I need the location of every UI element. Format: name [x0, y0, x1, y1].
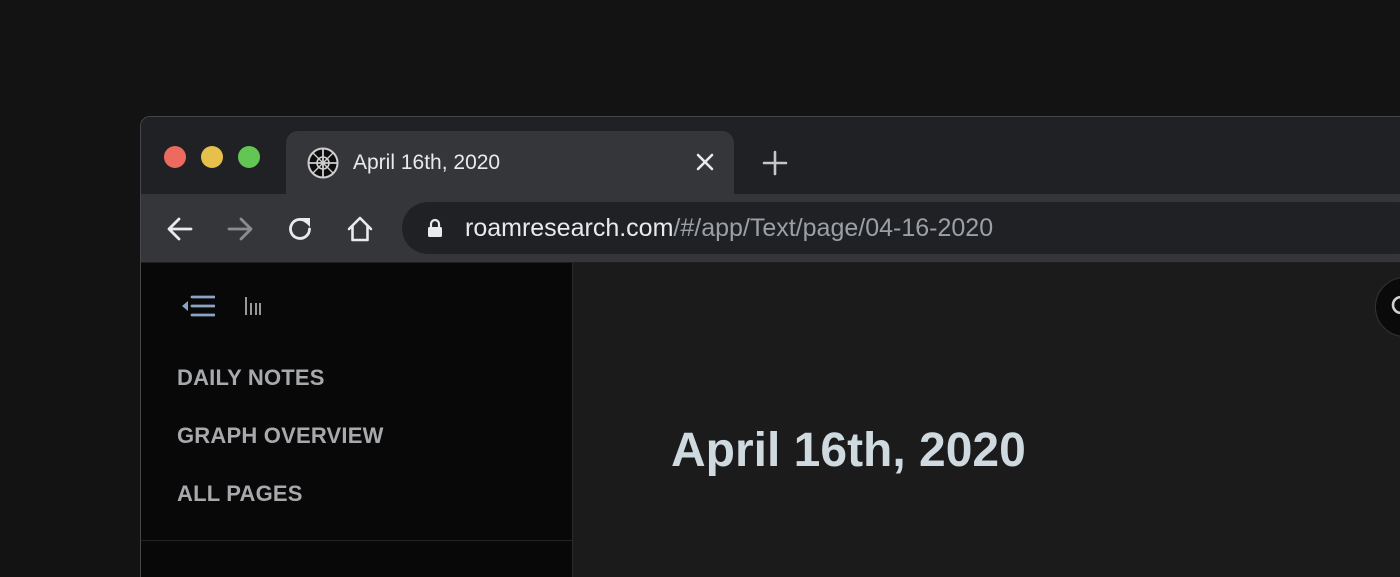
browser-tab[interactable]: April 16th, 2020 [286, 131, 734, 195]
window-maximize-button[interactable] [238, 146, 260, 168]
sidebar-item-daily-notes[interactable]: DAILY NOTES [177, 365, 325, 391]
lock-icon[interactable] [426, 218, 444, 238]
roam-favicon-icon [307, 147, 339, 179]
browser-window: April 16th, 2020 roamresearch.com/#/app/… [140, 116, 1400, 577]
plus-icon[interactable] [761, 149, 789, 177]
sidebar-collapse-icon[interactable] [181, 293, 215, 319]
close-icon[interactable] [694, 151, 716, 173]
search-icon [1391, 295, 1400, 315]
tab-title: April 16th, 2020 [353, 151, 501, 174]
sidebar-item-all-pages[interactable]: ALL PAGES [177, 481, 303, 507]
url-host: roamresearch.com [465, 214, 674, 242]
sidebar-divider [141, 540, 572, 541]
main-content: April 16th, 2020 [573, 263, 1400, 577]
window-close-button[interactable] [164, 146, 186, 168]
url-text[interactable]: roamresearch.com/#/app/Text/page/04-16-2… [465, 213, 993, 243]
arrow-left-icon[interactable] [165, 214, 195, 244]
url-path: /#/app/Text/page/04-16-2020 [673, 214, 994, 242]
title-bar: April 16th, 2020 [141, 117, 1400, 195]
window-minimize-button[interactable] [201, 146, 223, 168]
page-title[interactable]: April 16th, 2020 [671, 423, 1026, 478]
home-icon[interactable] [345, 214, 375, 244]
search-button[interactable] [1375, 277, 1400, 337]
left-sidebar: DAILY NOTES GRAPH OVERVIEW ALL PAGES [141, 263, 573, 577]
address-bar[interactable]: roamresearch.com/#/app/Text/page/04-16-2… [402, 202, 1400, 254]
sidebar-item-graph-overview[interactable]: GRAPH OVERVIEW [177, 423, 384, 449]
browser-toolbar: roamresearch.com/#/app/Text/page/04-16-2… [141, 194, 1400, 263]
reload-icon[interactable] [285, 214, 315, 244]
shortcuts-icon[interactable] [244, 295, 262, 317]
arrow-right-icon[interactable] [225, 214, 255, 244]
